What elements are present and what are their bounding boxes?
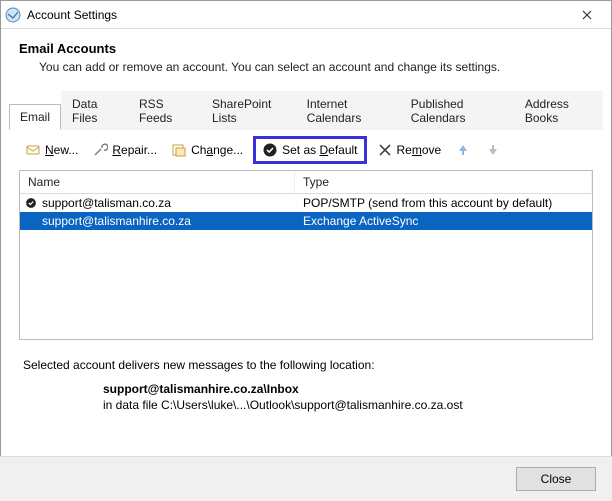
list-header: Name Type [20,171,592,194]
footer-line3: in data file C:\Users\luke\...\Outlook\s… [103,398,589,412]
window-title: Account Settings [27,8,567,22]
set-as-default-button[interactable]: Set as Default [253,136,366,164]
tab-email[interactable]: Email [9,104,61,130]
change-icon [171,142,187,158]
footer-line2: support@talismanhire.co.za\Inbox [103,382,589,396]
tab-data-files[interactable]: Data Files [61,91,128,130]
tab-published-calendars[interactable]: Published Calendars [400,91,514,130]
remove-button[interactable]: Remove [373,140,446,160]
account-type: Exchange ActiveSync [295,214,592,228]
account-type: POP/SMTP (send from this account by defa… [295,196,592,210]
new-label-rest: ew... [54,143,79,157]
col-header-type[interactable]: Type [295,171,592,193]
new-button[interactable]: New... [21,140,82,160]
titlebar: Account Settings [1,1,611,29]
heading-title: Email Accounts [19,41,593,56]
default-account-icon [20,197,42,209]
arrow-down-icon [485,142,501,158]
footer-line1: Selected account delivers new messages t… [23,358,589,372]
accounts-list: Name Type support@talisman.co.za POP/SMT… [19,170,593,340]
account-name: support@talisman.co.za [42,196,295,210]
move-up-button[interactable] [451,140,475,160]
account-row[interactable]: support@talisman.co.za POP/SMTP (send fr… [20,194,592,212]
heading-block: Email Accounts You can add or remove an … [1,29,611,84]
move-down-button[interactable] [481,140,505,160]
heading-subtitle: You can add or remove an account. You ca… [39,60,593,74]
repair-button[interactable]: Repair... [88,140,161,160]
change-button[interactable]: Change... [167,140,247,160]
account-row[interactable]: support@talismanhire.co.za Exchange Acti… [20,212,592,230]
repair-icon [92,142,108,158]
tab-rss-feeds[interactable]: RSS Feeds [128,91,201,130]
tab-address-books[interactable]: Address Books [514,91,603,130]
app-icon [5,7,21,23]
toolbar: New... Repair... Change... Set as Defaul… [9,130,603,170]
check-circle-icon [262,142,278,158]
dialog-buttons: Close [0,456,612,501]
arrow-up-icon [455,142,471,158]
remove-icon [377,142,393,158]
new-icon [25,142,41,158]
account-name: support@talismanhire.co.za [42,214,295,228]
footer-info: Selected account delivers new messages t… [1,340,611,422]
col-header-name[interactable]: Name [20,171,295,193]
tab-sharepoint-lists[interactable]: SharePoint Lists [201,91,296,130]
close-window-button[interactable] [567,1,607,29]
close-button[interactable]: Close [516,467,596,491]
tab-internet-calendars[interactable]: Internet Calendars [296,91,400,130]
tab-strip: Email Data Files RSS Feeds SharePoint Li… [9,90,603,130]
